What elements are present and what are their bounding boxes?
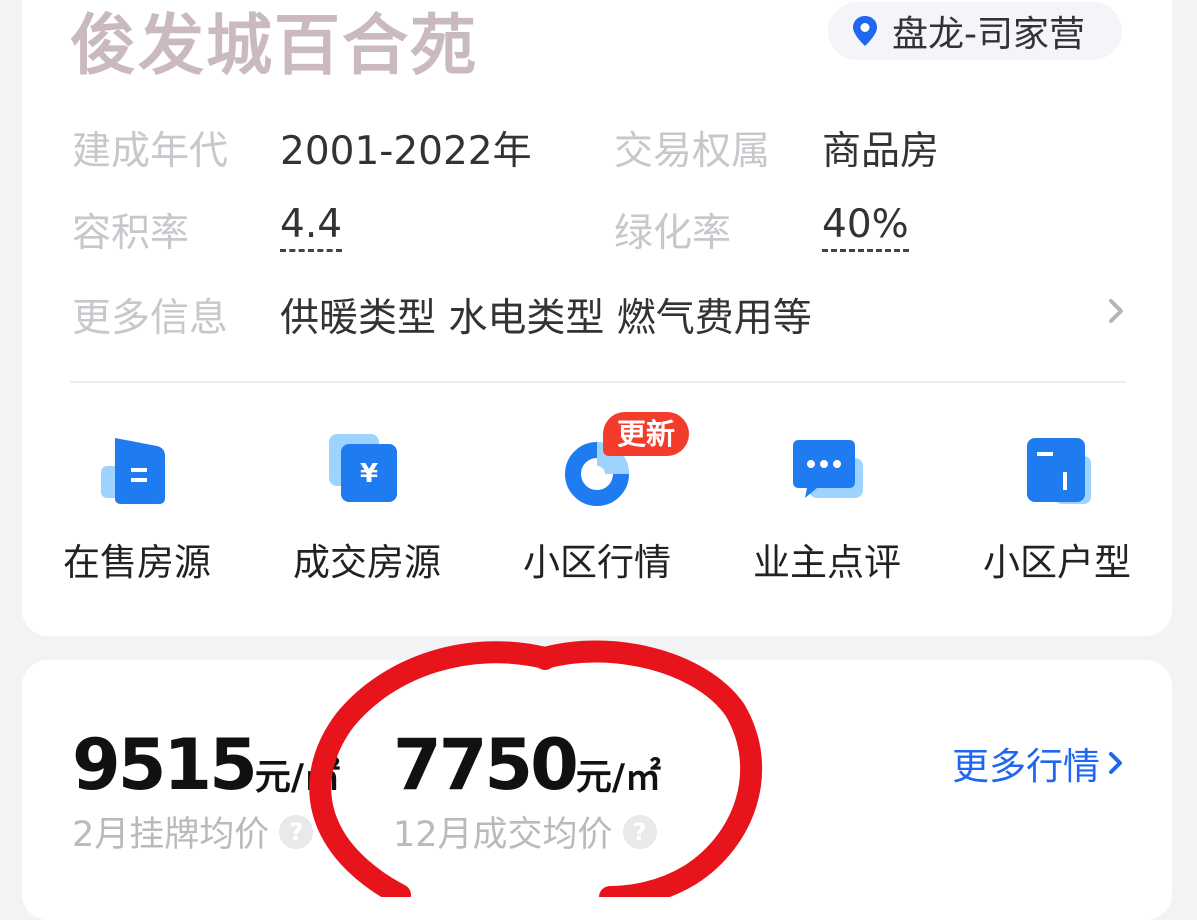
red-annotation-circle <box>309 640 763 897</box>
